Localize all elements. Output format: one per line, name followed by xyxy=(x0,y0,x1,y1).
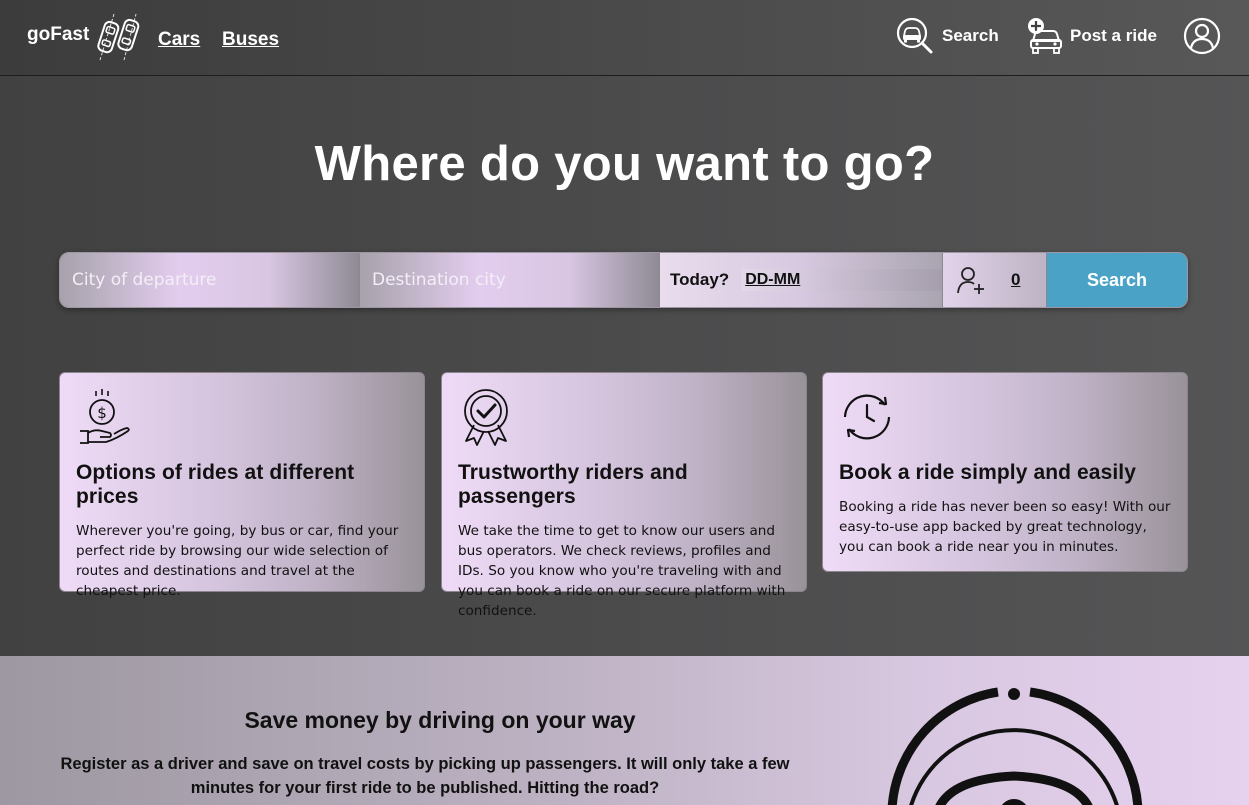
nav-link-cars[interactable]: Cars xyxy=(158,29,200,51)
user-account-icon[interactable] xyxy=(1183,17,1221,55)
steering-wheel-icon xyxy=(887,687,1143,805)
feature-card: Trustworthy riders and passengers We tak… xyxy=(441,372,807,619)
car-add-icon xyxy=(1028,18,1062,54)
top-navbar: goFast Cars Buses Search Post a ride xyxy=(0,0,1249,76)
header-search-button[interactable]: Search xyxy=(896,16,999,56)
logo-text: goFast xyxy=(27,24,90,45)
date-value[interactable]: DD-MM xyxy=(741,269,942,291)
post-ride-label: Post a ride xyxy=(1070,26,1157,45)
clock-refresh-icon xyxy=(843,394,891,440)
feature-text: Booking a ride has never been so easy! W… xyxy=(839,499,1171,555)
feature-card: $ Options of rides at different prices W… xyxy=(59,372,425,599)
post-ride-button[interactable]: Post a ride xyxy=(1027,16,1157,56)
promo-text: Register as a driver and save on travel … xyxy=(60,755,790,797)
feature-text: Wherever you're going, by bus or car, fi… xyxy=(76,523,399,599)
date-picker[interactable]: Today? DD-MM xyxy=(660,253,943,307)
money-hand-icon: $ xyxy=(80,389,130,444)
departure-city-input[interactable] xyxy=(60,253,359,307)
feature-text: We take the time to get to know our user… xyxy=(458,523,786,619)
promo-title: Save money by driving on your way xyxy=(244,707,636,733)
ride-search-form: Today? DD-MM 0 Search xyxy=(59,252,1188,308)
departure-field-wrapper xyxy=(60,253,360,307)
feature-title: Book a ride simply and easily xyxy=(839,461,1137,484)
driver-promo-section: Save money by driving on your way Regist… xyxy=(0,656,1249,805)
destination-city-input[interactable] xyxy=(360,253,659,307)
feature-title: Trustworthy riders and passengers xyxy=(458,461,688,508)
passenger-selector[interactable]: 0 xyxy=(943,253,1047,307)
cars-logo-icon xyxy=(97,13,140,61)
verified-badge-icon xyxy=(464,389,508,446)
feature-title: Options of rides at different prices xyxy=(76,461,355,508)
search-submit-button[interactable]: Search xyxy=(1047,253,1187,307)
passenger-count: 0 xyxy=(1011,270,1021,289)
add-passenger-icon xyxy=(957,267,984,294)
hero-title: Where do you want to go? xyxy=(314,137,935,191)
hero-section: Where do you want to go? Today? DD-MM 0 … xyxy=(0,76,1249,656)
feature-card: Book a ride simply and easily Booking a … xyxy=(822,372,1188,572)
nav-link-buses[interactable]: Buses xyxy=(222,29,279,51)
header-search-label: Search xyxy=(942,26,999,45)
date-label: Today? xyxy=(670,270,730,289)
logo[interactable]: goFast xyxy=(27,12,140,62)
svg-text:$: $ xyxy=(97,404,107,422)
destination-field-wrapper xyxy=(360,253,660,307)
car-search-icon xyxy=(896,17,933,54)
